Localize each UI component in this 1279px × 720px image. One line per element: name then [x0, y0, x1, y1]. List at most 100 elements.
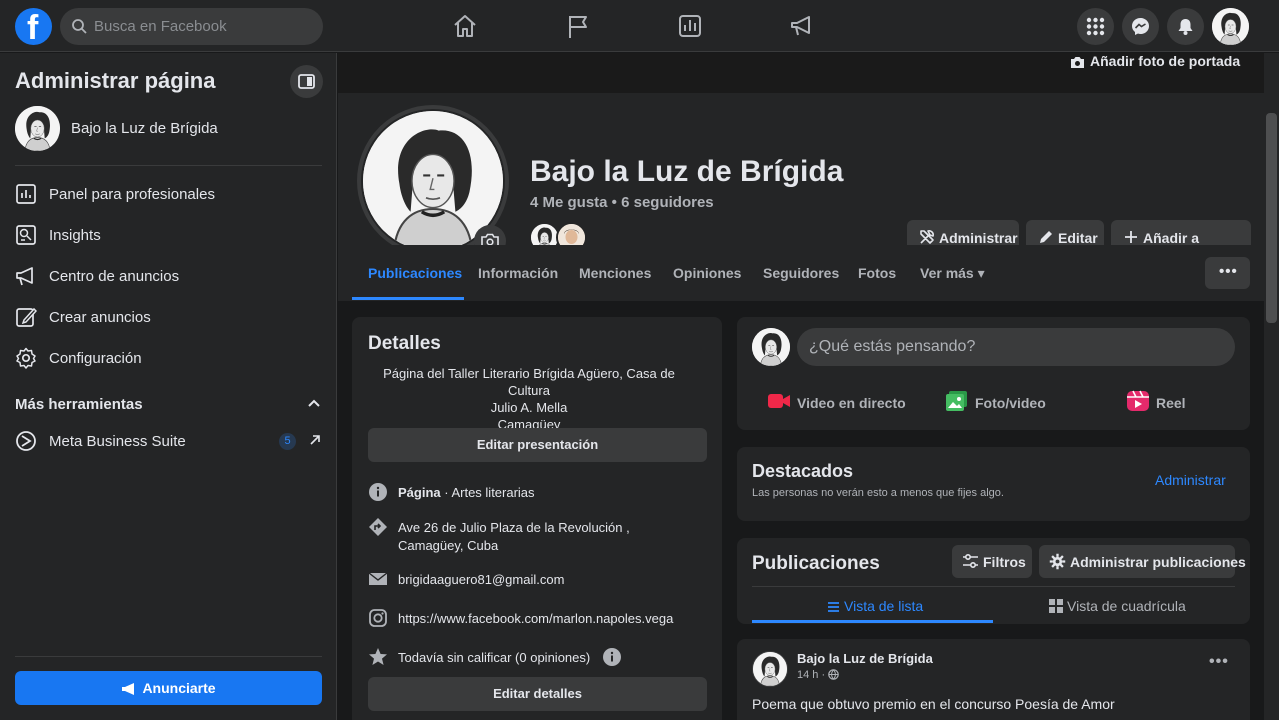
messenger-icon: [1132, 18, 1149, 35]
more-options-button[interactable]: •••: [1205, 257, 1250, 289]
dashboard-icon: [16, 184, 36, 204]
details-title: Detalles: [368, 333, 441, 354]
active-view-indicator: [752, 620, 993, 623]
tab-opiniones[interactable]: Opiniones: [673, 265, 741, 281]
tab-list-view[interactable]: Vista de lista: [827, 598, 923, 614]
post-card: Bajo la Luz de Brígida 14 h · ••• Poema …: [737, 639, 1250, 720]
featured-card: Destacados Las personas no verán esto a …: [737, 447, 1250, 521]
sidebar-page-name: Bajo la Luz de Brígida: [71, 120, 218, 137]
menu-button[interactable]: [1077, 8, 1114, 45]
notifications-button[interactable]: [1167, 8, 1204, 45]
chart-icon[interactable]: [676, 13, 704, 39]
posts-title: Publicaciones: [752, 553, 880, 574]
active-tab-indicator: [352, 297, 464, 300]
home-icon[interactable]: [451, 13, 479, 39]
divider: [752, 586, 1235, 587]
mail-icon: [368, 572, 388, 585]
facebook-logo[interactable]: f: [15, 8, 52, 46]
list-icon: [828, 602, 839, 612]
manage-page-sidebar: Administrar página Bajo la Luz de Brígid…: [0, 53, 337, 720]
page-main: Añadir foto de portada Bajo la Luz de Br…: [338, 53, 1264, 720]
camera-icon: [1071, 57, 1084, 68]
edit-details-button[interactable]: Editar detalles: [368, 677, 707, 711]
sidebar-item-insights[interactable]: Insights: [15, 218, 315, 254]
avatar: [752, 328, 790, 366]
messenger-button[interactable]: [1122, 8, 1159, 45]
pencil-icon: [1040, 231, 1052, 243]
tab-informacion[interactable]: Información: [478, 265, 558, 281]
edit-presentation-button[interactable]: Editar presentación: [368, 428, 707, 462]
page-description: Página del Taller Literario Brígida Agüe…: [383, 366, 675, 432]
globe-icon: [828, 669, 840, 680]
tab-fotos[interactable]: Fotos: [858, 265, 896, 281]
page-scrollbar[interactable]: [1264, 53, 1279, 720]
sidebar-item-panel[interactable]: Panel para profesionales: [15, 177, 315, 213]
sidebar-item-ad-center[interactable]: Centro de anuncios: [15, 259, 315, 295]
cover-photo-area: Añadir foto de portada: [338, 53, 1264, 93]
tab-more[interactable]: Ver más ▾: [920, 265, 985, 282]
page-tabs: Publicaciones Información Menciones Opin…: [338, 245, 1264, 301]
megaphone-icon[interactable]: [788, 13, 816, 39]
featured-subtitle: Las personas no verán esto a menos que f…: [752, 487, 1004, 499]
instagram-icon: [369, 609, 387, 627]
sidebar-item-settings[interactable]: Configuración: [15, 341, 315, 377]
tab-publicaciones[interactable]: Publicaciones: [368, 265, 462, 281]
plus-icon: [1125, 231, 1137, 243]
avatar: [15, 106, 60, 151]
search-input[interactable]: Busca en Facebook: [60, 8, 323, 45]
account-avatar[interactable]: [1212, 8, 1249, 45]
search-icon: [72, 19, 87, 34]
info-icon[interactable]: [602, 647, 622, 667]
gear-icon: [16, 347, 36, 369]
website-link[interactable]: https://www.facebook.com/marlon.napoles.…: [398, 610, 698, 628]
sidebar-page-profile[interactable]: Bajo la Luz de Brígida: [15, 106, 315, 152]
post-options-button[interactable]: •••: [1209, 653, 1229, 671]
directions-icon: [369, 518, 387, 536]
megaphone-icon: [122, 683, 135, 695]
chevron-up-icon[interactable]: [307, 397, 321, 411]
photo-icon: [946, 391, 967, 411]
reel-icon: [1127, 390, 1149, 411]
post-timestamp[interactable]: 14 h ·: [797, 669, 840, 681]
post-text: Poema que obtuvo premio en el concurso P…: [752, 696, 1115, 712]
divider: [15, 165, 322, 166]
filters-button[interactable]: Filtros: [952, 545, 1032, 578]
external-link-icon[interactable]: [309, 434, 321, 446]
info-icon: [369, 483, 387, 501]
page-title: Bajo la Luz de Brígida: [530, 155, 844, 188]
scrollbar-thumb[interactable]: [1266, 113, 1277, 323]
tools-icon: [920, 230, 934, 244]
top-navigation-bar: f Busca en Facebook: [0, 0, 1279, 52]
page-stats[interactable]: 4 Me gusta • 6 seguidores: [530, 194, 714, 211]
flag-icon[interactable]: [565, 13, 593, 39]
composer-input[interactable]: ¿Qué estás pensando?: [797, 328, 1235, 366]
add-cover-photo-button[interactable]: Añadir foto de portada: [1070, 53, 1240, 69]
posts-header-card: Publicaciones Filtros Administrar public…: [737, 538, 1250, 624]
bell-icon: [1178, 19, 1193, 35]
megaphone-icon: [16, 267, 33, 286]
tab-menciones[interactable]: Menciones: [579, 265, 651, 281]
post-author[interactable]: Bajo la Luz de Brígida: [797, 651, 933, 666]
sidebar-item-meta-business-suite[interactable]: Meta Business Suite: [15, 424, 315, 460]
avatar[interactable]: [752, 651, 788, 687]
post-composer: ¿Qué estás pensando? Video en directo Fo…: [737, 317, 1250, 430]
featured-title: Destacados: [752, 461, 854, 481]
notification-badge: 5: [279, 433, 296, 450]
collapse-sidebar-button[interactable]: [290, 65, 323, 98]
more-tools-heading: Más herramientas: [15, 396, 143, 413]
sidebar-item-create-ads[interactable]: Crear anuncios: [15, 300, 315, 336]
menu-grid-icon: [1086, 17, 1105, 36]
manage-posts-button[interactable]: Administrar publicaciones: [1039, 545, 1246, 578]
promote-button[interactable]: Anunciarte: [15, 671, 322, 705]
gear-icon: [1049, 553, 1066, 570]
pencil-icon: [16, 307, 37, 327]
tab-seguidores[interactable]: Seguidores: [763, 265, 839, 281]
featured-manage-link[interactable]: Administrar: [1155, 472, 1226, 488]
details-card: Detalles Página del Taller Literario Brí…: [352, 317, 722, 720]
insights-icon: [16, 225, 36, 245]
sidebar-title: Administrar página: [15, 68, 216, 93]
tab-grid-view[interactable]: Vista de cuadrícula: [1049, 598, 1186, 614]
panel-toggle-icon: [298, 74, 315, 89]
grid-icon: [1049, 599, 1063, 613]
star-icon: [369, 648, 387, 665]
